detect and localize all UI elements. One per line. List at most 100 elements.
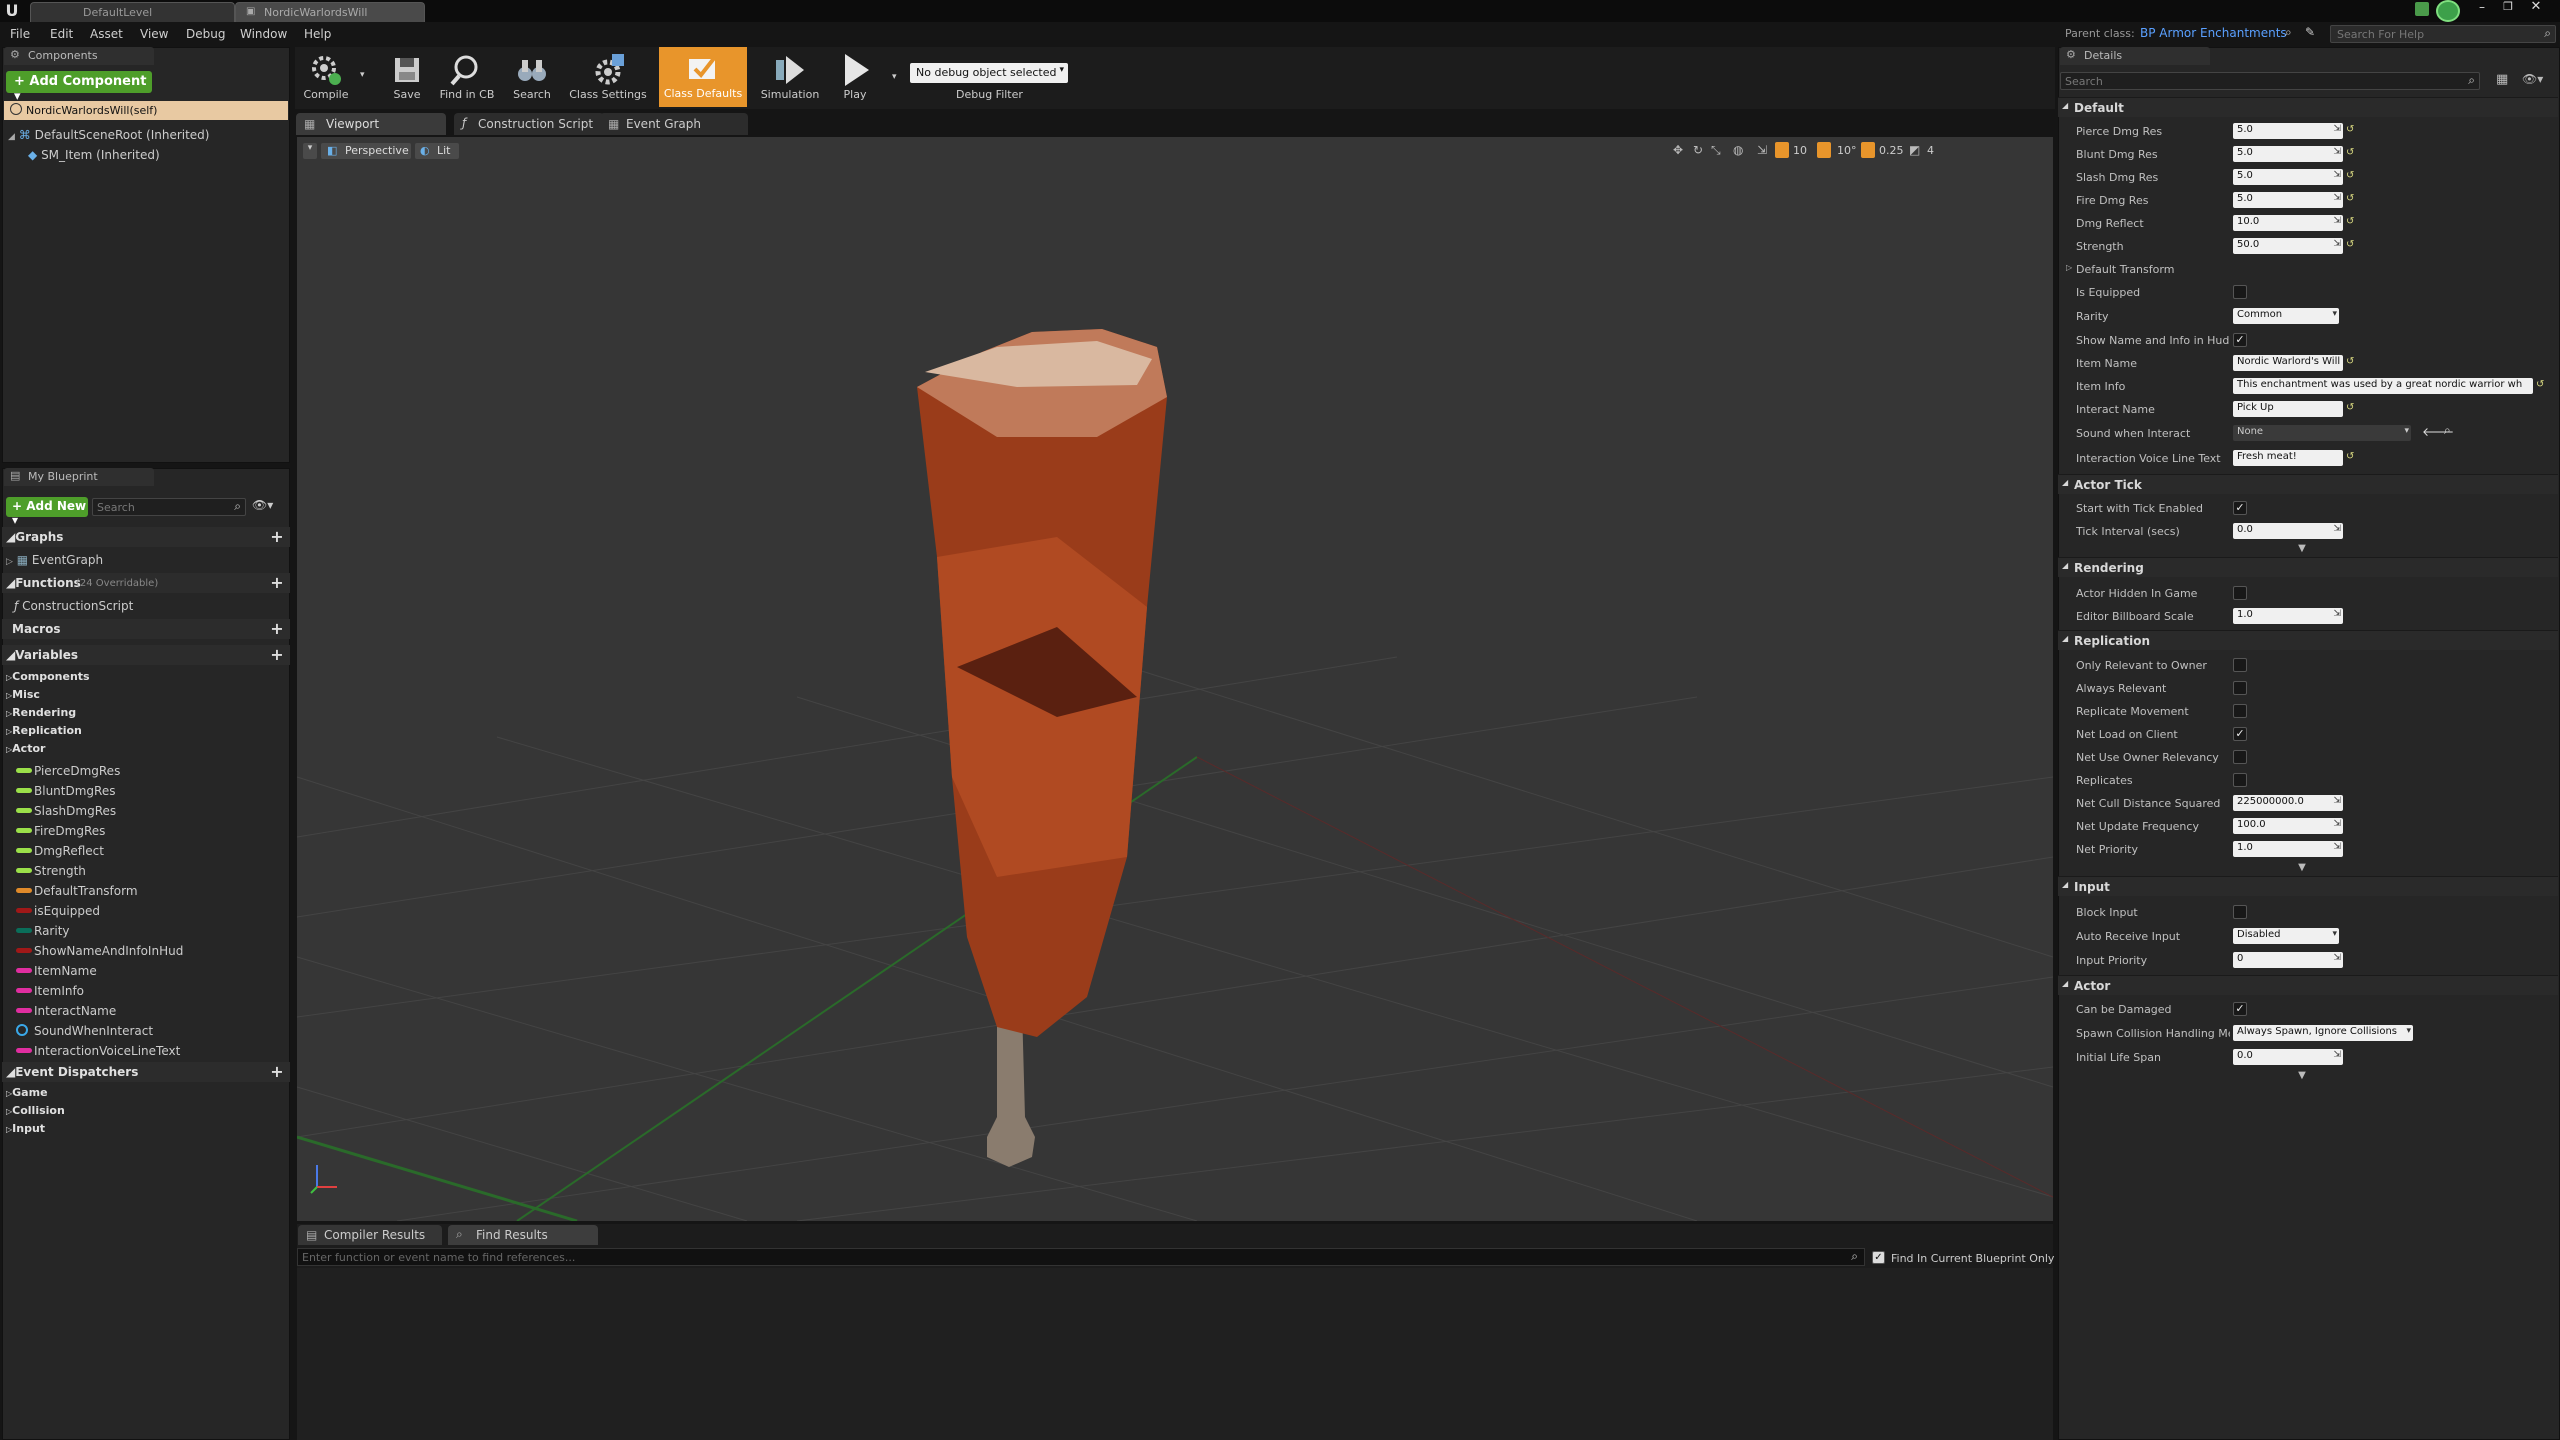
my-blueprint-tab[interactable]: ▤ My Blueprint xyxy=(4,468,154,486)
find-references-input[interactable]: Enter function or event name to find ref… xyxy=(297,1248,1865,1266)
browse-icon[interactable]: ⌕ xyxy=(2444,423,2451,438)
property-value-input[interactable]: 5.0 ⇲ xyxy=(2233,146,2343,162)
self-component-item[interactable]: NordicWarlordsWill(self) xyxy=(4,101,288,120)
sm-item-component[interactable]: ◆ SM_Item (Inherited) xyxy=(28,148,160,162)
can-be-damaged-checkbox[interactable]: ✓ xyxy=(2233,1002,2247,1016)
variable-item[interactable]: ItemName xyxy=(2,962,288,980)
notification-icon[interactable] xyxy=(2415,2,2429,16)
voice-line-input[interactable]: Fresh meat! xyxy=(2233,450,2343,466)
blueprint-tab[interactable]: ▣ NordicWarlordsWill xyxy=(235,2,425,22)
property-value-input[interactable]: 5.0 ⇲ xyxy=(2233,192,2343,208)
add-new-button[interactable]: + Add New ▾ xyxy=(6,497,88,527)
menu-edit[interactable]: Edit xyxy=(50,27,73,41)
variables-header[interactable]: ◢Variables + xyxy=(2,645,290,665)
auto-receive-select[interactable]: Disabled ▾ xyxy=(2233,928,2339,944)
minimize-icon[interactable]: – xyxy=(2474,0,2490,16)
rotation-snap-value[interactable]: 10° xyxy=(1837,144,1857,157)
variable-item[interactable]: isEquipped xyxy=(2,902,288,920)
dispatcher-category-input[interactable]: ▷Input xyxy=(6,1122,45,1135)
blueprint-search-input[interactable]: Search ⌕ xyxy=(92,498,246,516)
scale-icon[interactable]: ⤡ xyxy=(1711,143,1721,158)
var-category-actor[interactable]: ▷Actor xyxy=(6,742,45,755)
variable-item[interactable]: ShowNameAndInfoInHud xyxy=(2,942,288,960)
replication-checkbox[interactable] xyxy=(2233,704,2247,718)
replication-value-input[interactable]: 225000000.0 ⇲ xyxy=(2233,795,2343,811)
edit-icon[interactable]: ✎ xyxy=(2305,25,2315,39)
unreal-logo-icon[interactable]: U xyxy=(2,1,22,21)
interact-name-input[interactable]: Pick Up xyxy=(2233,401,2343,417)
property-value-input[interactable]: 50.0 ⇲ xyxy=(2233,238,2343,254)
camera-speed-icon[interactable]: ◩ xyxy=(1909,143,1920,157)
grid-snap-value[interactable]: 10 xyxy=(1793,144,1807,157)
find-current-checkbox[interactable]: ✓ xyxy=(1872,1251,1885,1264)
dispatcher-category-collision[interactable]: ▷Collision xyxy=(6,1104,65,1117)
class-defaults-button[interactable]: Class Defaults xyxy=(659,47,747,107)
tab-find-results[interactable]: ⌕ Find Results xyxy=(448,1225,598,1245)
source-control-icon[interactable] xyxy=(2436,0,2460,22)
construction-script-item[interactable]: ƒ ConstructionScript xyxy=(14,599,133,613)
compile-button[interactable]: Compile xyxy=(296,48,356,106)
var-category-rendering[interactable]: ▷Rendering xyxy=(6,706,76,719)
reset-icon[interactable]: ↺ xyxy=(2536,379,2544,390)
advanced-expand-icon[interactable]: ▼ xyxy=(2296,1070,2308,1081)
variable-item[interactable]: FireDmgRes xyxy=(2,822,288,840)
menu-window[interactable]: Window xyxy=(240,27,287,41)
functions-header[interactable]: ◢Functions (24 Overridable) + xyxy=(2,573,290,593)
maximize-icon[interactable]: ❐ xyxy=(2500,0,2516,16)
section-default[interactable]: ◢ Default xyxy=(2058,97,2558,117)
variable-item[interactable]: InteractionVoiceLineText xyxy=(2,1042,288,1060)
property-value-input[interactable]: 10.0 ⇲ xyxy=(2233,215,2343,231)
play-button[interactable]: Play xyxy=(830,48,880,106)
var-category-components[interactable]: ▷Components xyxy=(6,670,90,683)
variable-item[interactable]: Rarity xyxy=(2,922,288,940)
reset-icon[interactable]: ↺ xyxy=(2346,239,2354,250)
simulation-button[interactable]: Simulation xyxy=(754,48,826,106)
is-equipped-checkbox[interactable] xyxy=(2233,285,2247,299)
menu-view[interactable]: View xyxy=(140,27,168,41)
dispatcher-category-game[interactable]: ▷Game xyxy=(6,1086,48,1099)
replication-checkbox[interactable] xyxy=(2233,658,2247,672)
search-button[interactable]: Search xyxy=(504,48,560,106)
reset-icon[interactable]: ↺ xyxy=(2346,402,2354,413)
variable-item[interactable]: BluntDmgRes xyxy=(2,782,288,800)
add-function-icon[interactable]: + xyxy=(270,575,284,591)
find-in-cb-button[interactable]: Find in CB xyxy=(436,48,498,106)
section-input[interactable]: ◢ Input xyxy=(2058,876,2558,896)
default-transform-row[interactable]: ▷ Default Transform xyxy=(2064,258,2558,280)
perspective-button[interactable]: ◧ Perspective xyxy=(321,143,411,159)
reset-icon[interactable]: ↺ xyxy=(2346,193,2354,204)
property-value-input[interactable]: 5.0 ⇲ xyxy=(2233,123,2343,139)
reset-icon[interactable]: ↺ xyxy=(2346,451,2354,462)
variable-item[interactable]: Strength xyxy=(2,862,288,880)
rarity-select[interactable]: Common ▾ xyxy=(2233,308,2339,324)
translate-icon[interactable]: ✥ xyxy=(1673,143,1683,157)
replication-checkbox[interactable] xyxy=(2233,750,2247,764)
show-name-checkbox[interactable]: ✓ xyxy=(2233,333,2247,347)
variable-item[interactable]: SlashDmgRes xyxy=(2,802,288,820)
add-dispatcher-icon[interactable]: + xyxy=(270,1064,284,1080)
replication-checkbox[interactable]: ✓ xyxy=(2233,727,2247,741)
help-search-input[interactable]: Search For Help ⌕ xyxy=(2330,25,2556,43)
menu-help[interactable]: Help xyxy=(304,27,331,41)
eye-icon[interactable]: 👁▾ xyxy=(2522,72,2543,86)
eye-icon[interactable]: 👁▾ xyxy=(252,498,273,512)
debug-object-select[interactable]: No debug object selected ▾ xyxy=(910,63,1068,83)
tick-interval-input[interactable]: 0.0 ⇲ xyxy=(2233,523,2343,539)
details-tab[interactable]: ⚙ Details xyxy=(2060,47,2210,65)
scene-root-item[interactable]: ◢ ⌘ DefaultSceneRoot (Inherited) xyxy=(8,128,209,142)
add-graph-icon[interactable]: + xyxy=(270,529,284,545)
add-macro-icon[interactable]: + xyxy=(270,621,284,637)
reset-icon[interactable]: ↺ xyxy=(2346,216,2354,227)
reset-icon[interactable]: ↺ xyxy=(2346,147,2354,158)
advanced-expand-icon[interactable]: ▼ xyxy=(2296,543,2308,554)
grid-snap-icon[interactable] xyxy=(1775,142,1789,158)
add-variable-icon[interactable]: + xyxy=(270,647,284,663)
block-input-checkbox[interactable] xyxy=(2233,905,2247,919)
property-value-input[interactable]: 5.0 ⇲ xyxy=(2233,169,2343,185)
menu-asset[interactable]: Asset xyxy=(90,27,123,41)
lit-button[interactable]: ◐ Lit xyxy=(415,143,459,159)
world-icon[interactable]: ◍ xyxy=(1733,143,1743,157)
variable-item[interactable]: DefaultTransform xyxy=(2,882,288,900)
play-options-arrow-icon[interactable]: ▾ xyxy=(892,72,897,82)
advanced-expand-icon[interactable]: ▼ xyxy=(2296,862,2308,873)
